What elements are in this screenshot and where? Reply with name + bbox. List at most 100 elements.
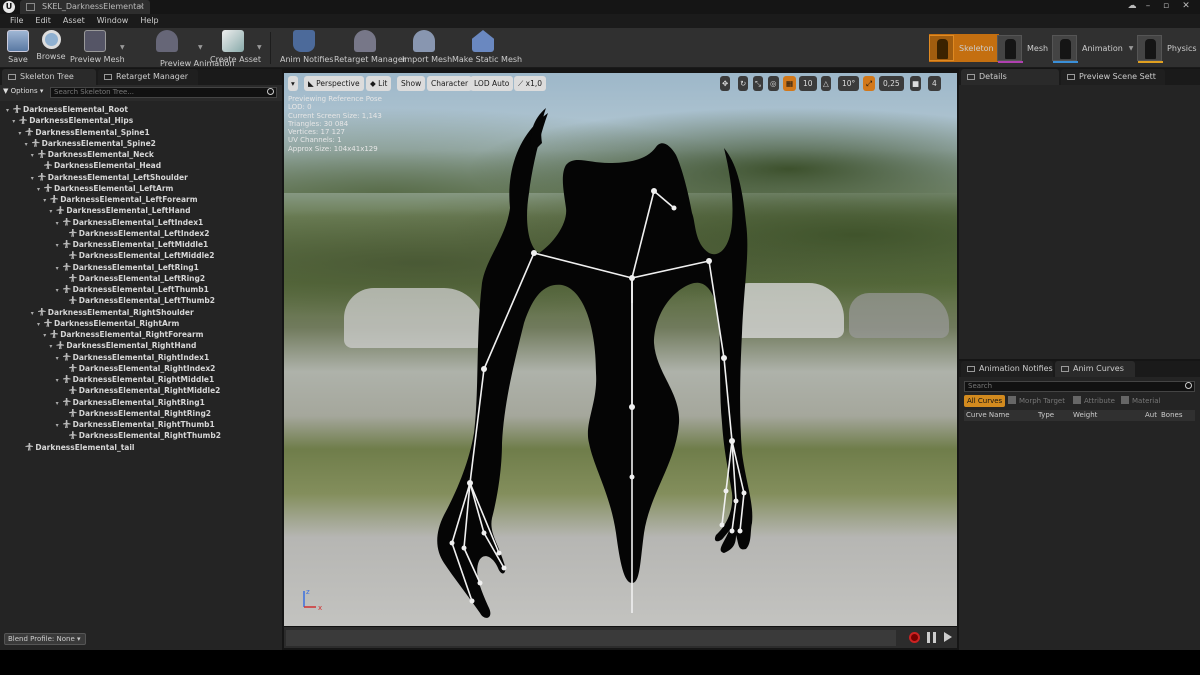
- make-static-mesh-button[interactable]: Make Static Mesh: [452, 30, 522, 66]
- close-tab-icon[interactable]: ×: [138, 0, 145, 14]
- bone-tree-item[interactable]: ▾ DarknessElemental_Hips: [12, 115, 133, 126]
- col-weight[interactable]: Weight: [1073, 410, 1097, 421]
- camera-speed-value[interactable]: 4: [928, 76, 941, 91]
- bone-tree-item[interactable]: ▾ DarknessElemental_Neck: [31, 149, 154, 160]
- preview-animation-dropdown-icon[interactable]: ▼: [198, 44, 203, 51]
- timeline-track[interactable]: [286, 630, 896, 646]
- minimize-icon[interactable]: –: [1140, 1, 1156, 12]
- bone-tree-item[interactable]: DarknessElemental_LeftThumb2: [62, 295, 215, 306]
- bone-tree-item[interactable]: ▾ DarknessElemental_LeftForearm: [43, 194, 198, 206]
- anim-notifies-button[interactable]: Anim Notifies: [280, 30, 333, 66]
- expand-arrow-icon[interactable]: ▾: [43, 195, 49, 206]
- mode-physics-button[interactable]: Physics: [1137, 34, 1197, 63]
- expand-arrow-icon[interactable]: ▾: [56, 398, 62, 409]
- filter-morph-target[interactable]: Morph Target: [1008, 395, 1065, 407]
- tab-details[interactable]: Details: [961, 69, 1059, 85]
- expand-arrow-icon[interactable]: ▾: [56, 420, 62, 431]
- menu-help[interactable]: Help: [134, 14, 164, 28]
- play-icon[interactable]: [944, 632, 952, 642]
- blend-profile-dropdown[interactable]: Blend Profile: None ▾: [4, 633, 86, 645]
- mode-animation-button[interactable]: Animation ▼: [1052, 34, 1134, 63]
- col-curve-name[interactable]: Curve Name: [966, 410, 1010, 421]
- pause-icon[interactable]: [927, 632, 936, 643]
- expand-arrow-icon[interactable]: ▾: [37, 184, 43, 195]
- options-button[interactable]: ▼ Options ▾: [3, 87, 43, 95]
- bone-tree-item[interactable]: DarknessElemental_RightThumb2: [62, 430, 221, 441]
- preview-mesh-dropdown-icon[interactable]: ▼: [120, 44, 125, 51]
- bone-tree-item[interactable]: DarknessElemental_LeftMiddle2: [62, 250, 214, 261]
- grid-snap-icon[interactable]: ▦: [783, 76, 797, 91]
- bone-tree-item[interactable]: DarknessElemental_Head: [37, 160, 161, 171]
- lod-button[interactable]: LOD Auto: [470, 76, 514, 91]
- filter-attribute[interactable]: Attribute: [1073, 395, 1115, 407]
- tab-retarget-manager[interactable]: Retarget Manager: [98, 69, 198, 85]
- preview-mesh-button[interactable]: Preview Mesh: [70, 30, 125, 66]
- bone-tree-item[interactable]: DarknessElemental_RightRing2: [62, 408, 211, 419]
- bone-tree-item[interactable]: ▾ DarknessElemental_RightIndex1: [56, 352, 209, 364]
- bone-tree-item[interactable]: ▾ DarknessElemental_LeftThumb1: [56, 284, 209, 295]
- expand-arrow-icon[interactable]: ▾: [56, 263, 62, 274]
- filter-material[interactable]: Material: [1121, 395, 1160, 407]
- expand-arrow-icon[interactable]: ▾: [49, 206, 55, 217]
- bone-tree-item[interactable]: ▾ DarknessElemental_RightShoulder: [31, 307, 194, 318]
- scale-snap-icon[interactable]: ⤢: [863, 76, 875, 91]
- animation-mode-dropdown-icon[interactable]: ▼: [1129, 45, 1134, 52]
- expand-arrow-icon[interactable]: ▾: [49, 341, 55, 352]
- bone-tree-item[interactable]: ▾ DarknessElemental_Spine1: [18, 127, 150, 139]
- scale-icon[interactable]: ⤡: [753, 76, 763, 91]
- retarget-manager-button[interactable]: Retarget Manager: [334, 30, 406, 66]
- bone-tree-item[interactable]: DarknessElemental_LeftIndex2: [62, 228, 209, 239]
- bone-tree-item[interactable]: ▾ DarknessElemental_RightArm: [37, 318, 179, 329]
- notification-icon[interactable]: ☁: [1124, 1, 1140, 12]
- character-button[interactable]: Character: [427, 76, 473, 91]
- save-button[interactable]: Save: [4, 30, 32, 66]
- translate-icon[interactable]: ✥: [720, 76, 731, 91]
- col-auto[interactable]: Auto: [1145, 410, 1157, 421]
- bone-tree-item[interactable]: ▾ DarknessElemental_RightHand: [49, 340, 196, 351]
- create-asset-dropdown-icon[interactable]: ▼: [257, 44, 262, 51]
- bone-tree-item[interactable]: ▾ DarknessElemental_LeftHand: [49, 205, 190, 216]
- tab-animation-notifies[interactable]: Animation Notifies: [961, 361, 1053, 377]
- create-asset-button[interactable]: Create Asset: [210, 30, 261, 66]
- expand-arrow-icon[interactable]: ▾: [56, 285, 62, 296]
- bone-tree-item[interactable]: ▾ DarknessElemental_LeftShoulder: [31, 172, 188, 183]
- lit-button[interactable]: ◆ Lit: [366, 76, 392, 91]
- rotation-snap-icon[interactable]: △: [821, 76, 831, 91]
- browse-button[interactable]: Browse: [36, 30, 66, 66]
- perspective-button[interactable]: ◣ Perspective: [304, 76, 364, 91]
- expand-arrow-icon[interactable]: ▾: [25, 139, 31, 150]
- expand-arrow-icon[interactable]: ▾: [56, 375, 62, 386]
- bone-tree-item[interactable]: ▾ DarknessElemental_LeftMiddle1: [56, 239, 208, 250]
- show-button[interactable]: Show: [397, 76, 426, 91]
- preview-viewport[interactable]: ▾ ◣ Perspective ◆ Lit Show Character LOD…: [284, 73, 957, 626]
- morph-target-checkbox[interactable]: [1008, 396, 1016, 404]
- world-local-icon[interactable]: ◎: [768, 76, 779, 91]
- col-bones[interactable]: Bones: [1161, 410, 1182, 421]
- tab-skeleton-tree[interactable]: Skeleton Tree: [2, 69, 96, 85]
- menu-window[interactable]: Window: [91, 14, 135, 28]
- camera-speed-icon[interactable]: ■: [910, 76, 922, 91]
- bone-tree-item[interactable]: ▾ DarknessElemental_RightForearm: [43, 329, 203, 340]
- rotate-icon[interactable]: ↻: [738, 76, 749, 91]
- grid-snap-value[interactable]: 10: [799, 76, 817, 91]
- rotation-snap-value[interactable]: 10°: [838, 76, 860, 91]
- record-icon[interactable]: [909, 632, 920, 643]
- bone-tree-item[interactable]: ▾ DarknessElemental_RightMiddle1: [56, 374, 214, 386]
- expand-arrow-icon[interactable]: ▾: [37, 319, 43, 330]
- attribute-checkbox[interactable]: [1073, 396, 1081, 404]
- menu-asset[interactable]: Asset: [57, 14, 91, 28]
- expand-arrow-icon[interactable]: ▾: [31, 308, 37, 319]
- close-window-icon[interactable]: ✕: [1178, 1, 1194, 12]
- scale-snap-value[interactable]: 0,25: [879, 76, 904, 91]
- playback-speed-button[interactable]: ⟋ x1,0: [514, 76, 547, 91]
- expand-arrow-icon[interactable]: ▾: [18, 128, 24, 139]
- bone-tree-item[interactable]: ▾ DarknessElemental_LeftArm: [37, 183, 173, 194]
- bone-tree-item[interactable]: DarknessElemental_RightIndex2: [62, 363, 215, 374]
- expand-arrow-icon[interactable]: ▾: [31, 150, 37, 161]
- bone-tree-item[interactable]: ▾ DarknessElemental_RightRing1: [56, 397, 205, 408]
- viewport-options-button[interactable]: ▾: [288, 76, 298, 91]
- bone-tree-item[interactable]: DarknessElemental_LeftRing2: [62, 273, 205, 284]
- menu-edit[interactable]: Edit: [29, 14, 57, 28]
- expand-arrow-icon[interactable]: ▾: [56, 353, 62, 364]
- menu-file[interactable]: File: [4, 14, 29, 28]
